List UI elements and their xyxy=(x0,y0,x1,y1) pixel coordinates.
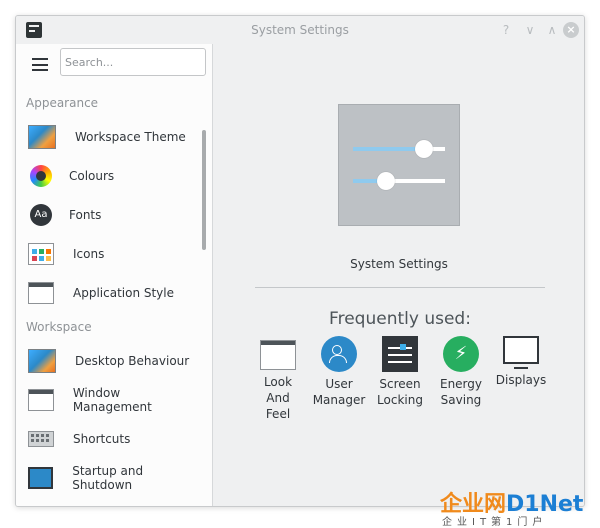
category-list: Appearance Workspace Theme Colours Aa Fo… xyxy=(16,88,202,497)
workspace-theme-icon xyxy=(28,125,56,150)
sidebar-item-startup-shutdown[interactable]: Startup and Shutdown xyxy=(16,458,202,497)
slider-graphic-bottom xyxy=(353,172,445,190)
divider xyxy=(255,287,545,288)
search-input[interactable] xyxy=(60,48,206,76)
maximize-button[interactable]: ∧ xyxy=(544,22,560,38)
hero-label: System Settings xyxy=(350,257,448,271)
sidebar-scrollbar[interactable] xyxy=(202,130,206,250)
frequent-look-and-feel[interactable]: Look And Feel xyxy=(248,336,308,422)
help-button[interactable]: ? xyxy=(498,22,514,38)
section-workspace: Workspace xyxy=(26,319,92,334)
sidebar-item-colours[interactable]: Colours xyxy=(16,157,202,196)
main-panel: System Settings Frequently used: Look An… xyxy=(213,44,584,506)
sidebar-item-label: Shortcuts xyxy=(73,431,131,446)
sidebar: Appearance Workspace Theme Colours Aa Fo… xyxy=(16,44,213,506)
frequent-displays[interactable]: Displays xyxy=(491,336,551,388)
watermark-logo: 企业网D1Net 企业IT第1门户 xyxy=(440,484,600,528)
fonts-icon: Aa xyxy=(30,203,52,226)
sidebar-item-label: Workspace Theme xyxy=(75,130,186,145)
sidebar-item-label: Startup and Shutdown xyxy=(72,463,144,492)
sidebar-item-label: Colours xyxy=(69,169,115,184)
minimize-button[interactable]: ∨ xyxy=(522,22,538,38)
sidebar-item-window-management[interactable]: Window Management xyxy=(16,381,202,420)
look-and-feel-icon xyxy=(260,340,296,370)
shortcuts-icon xyxy=(28,430,54,447)
sidebar-item-label: Application Style xyxy=(73,285,175,300)
system-settings-window: System Settings ? ∨ ∧ × Appearance Works… xyxy=(15,15,585,507)
sidebar-item-label: Window Management xyxy=(72,386,152,415)
frequent-user-manager[interactable]: User Manager xyxy=(309,336,369,408)
sidebar-item-icons[interactable]: Icons xyxy=(16,234,202,273)
sidebar-item-desktop-behaviour[interactable]: Desktop Behaviour xyxy=(16,342,202,381)
application-style-icon xyxy=(28,281,54,304)
sidebar-item-shortcuts[interactable]: Shortcuts xyxy=(16,420,202,459)
displays-icon xyxy=(503,336,539,369)
energy-saving-icon: ⚡ xyxy=(443,336,479,372)
close-button[interactable]: × xyxy=(563,22,579,38)
sidebar-item-application-style[interactable]: Application Style xyxy=(16,273,202,312)
window-management-icon xyxy=(28,389,54,412)
sidebar-item-label: Fonts xyxy=(69,207,102,222)
frequent-screen-locking[interactable]: Screen Locking xyxy=(370,336,430,408)
slider-graphic-top xyxy=(353,140,445,158)
desktop-behaviour-icon xyxy=(28,349,56,374)
system-settings-hero-icon xyxy=(338,104,460,226)
sidebar-item-fonts[interactable]: Aa Fonts xyxy=(16,196,202,235)
sidebar-item-label: Desktop Behaviour xyxy=(75,354,190,369)
sidebar-item-label: Icons xyxy=(73,246,105,261)
icons-icon xyxy=(28,242,54,265)
frequently-used-title: Frequently used: xyxy=(329,309,471,329)
startup-shutdown-icon xyxy=(28,466,54,489)
user-manager-icon xyxy=(321,336,357,372)
colours-icon xyxy=(30,165,52,188)
sidebar-item-workspace-theme[interactable]: Workspace Theme xyxy=(16,118,202,157)
frequent-energy-saving[interactable]: ⚡ Energy Saving xyxy=(431,336,491,408)
section-appearance: Appearance xyxy=(26,96,99,110)
screen-locking-icon xyxy=(382,336,418,372)
title-bar[interactable]: System Settings ? ∨ ∧ × xyxy=(16,16,584,44)
hamburger-menu-icon[interactable] xyxy=(32,58,48,71)
